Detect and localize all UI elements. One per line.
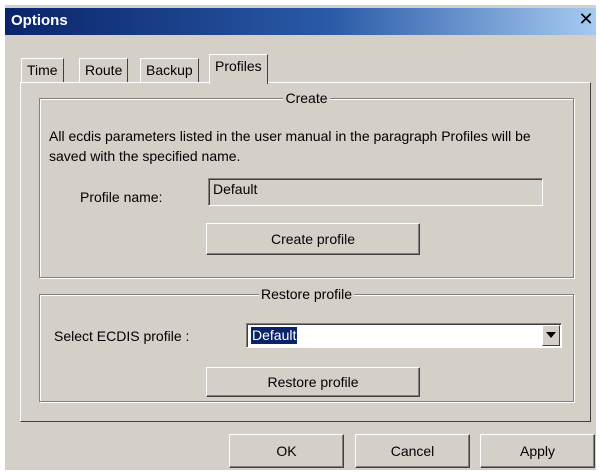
restore-profile-button[interactable]: Restore profile bbox=[206, 367, 420, 397]
create-group-title: Create bbox=[283, 90, 330, 106]
restore-group-title: Restore profile bbox=[258, 286, 355, 302]
profiles-panel: Create All ecdis parameters listed in th… bbox=[20, 82, 591, 422]
tab-profiles[interactable]: Profiles bbox=[209, 54, 268, 84]
create-group: Create All ecdis parameters listed in th… bbox=[39, 90, 574, 278]
profile-name-label: Profile name: bbox=[80, 189, 163, 205]
tab-label: Time bbox=[27, 62, 58, 78]
tab-label: Profiles bbox=[215, 58, 262, 74]
selected-profile-value: Default bbox=[251, 327, 298, 344]
title-bar[interactable]: Options ✕ bbox=[5, 8, 596, 35]
chevron-down-icon[interactable] bbox=[542, 325, 560, 346]
tab-label: Route bbox=[85, 62, 123, 78]
apply-button[interactable]: Apply bbox=[480, 434, 595, 468]
ecdis-profile-select[interactable]: Default bbox=[246, 323, 562, 348]
create-description: All ecdis parameters listed in the user … bbox=[49, 128, 531, 164]
cancel-button[interactable]: Cancel bbox=[355, 434, 470, 468]
create-profile-button[interactable]: Create profile bbox=[206, 223, 420, 255]
restore-group: Restore profile Select ECDIS profile : D… bbox=[39, 286, 574, 402]
select-profile-label: Select ECDIS profile : bbox=[54, 328, 190, 344]
close-icon[interactable]: ✕ bbox=[578, 10, 594, 28]
tab-label: Backup bbox=[146, 62, 193, 78]
ok-button[interactable]: OK bbox=[229, 434, 344, 468]
window-title: Options bbox=[11, 12, 68, 29]
profile-name-field[interactable]: Default bbox=[208, 178, 543, 206]
tab-time[interactable]: Time bbox=[21, 58, 64, 82]
tab-backup[interactable]: Backup bbox=[140, 58, 199, 82]
tab-route[interactable]: Route bbox=[79, 58, 129, 82]
